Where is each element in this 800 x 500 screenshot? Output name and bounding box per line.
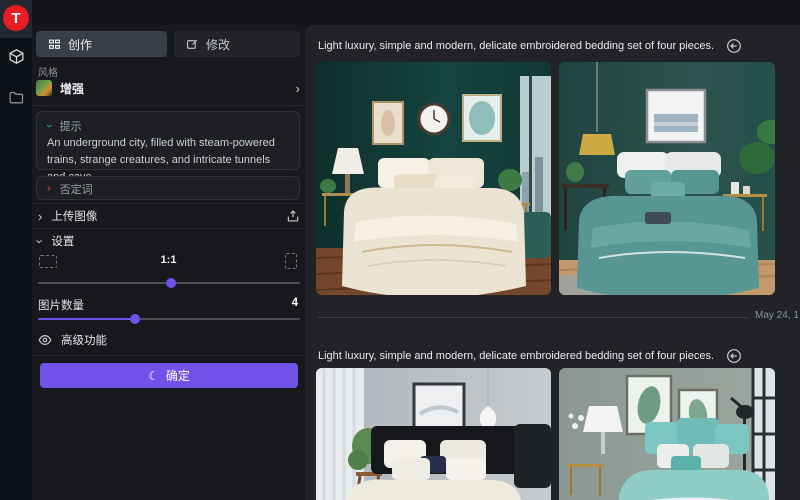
chevron-right-icon: › bbox=[38, 210, 42, 223]
tab-edit[interactable]: 修改 bbox=[174, 31, 300, 57]
results-area: Light luxury, simple and modern, delicat… bbox=[305, 25, 800, 500]
image-count-slider[interactable] bbox=[38, 313, 300, 325]
chevron-right-icon: › bbox=[47, 183, 51, 195]
portrait-frame-icon[interactable] bbox=[285, 253, 297, 269]
divider bbox=[32, 355, 305, 356]
result-image[interactable] bbox=[316, 62, 551, 295]
result-image[interactable] bbox=[316, 368, 551, 500]
aspect-ratio-slider[interactable] bbox=[38, 277, 300, 289]
negative-label: 否定词 bbox=[60, 181, 93, 197]
advanced-label: 高级功能 bbox=[61, 332, 300, 348]
slider-fill bbox=[38, 318, 132, 320]
chevron-right-icon: › bbox=[296, 82, 300, 95]
date-divider bbox=[318, 317, 748, 318]
prompt-input[interactable]: › 提示 An underground city, filled with st… bbox=[36, 111, 300, 170]
result-group-header: Light luxury, simple and modern, delicat… bbox=[318, 37, 800, 55]
negative-prompt-toggle[interactable]: › 否定词 bbox=[36, 176, 300, 200]
upload-label: 上传图像 bbox=[51, 208, 277, 224]
advanced-features-toggle[interactable]: 高级功能 bbox=[38, 331, 300, 349]
folder-icon[interactable] bbox=[8, 89, 25, 106]
left-rail: T bbox=[0, 0, 32, 500]
edit-icon bbox=[186, 38, 199, 51]
upload-icon[interactable] bbox=[286, 209, 300, 223]
divider bbox=[32, 228, 305, 229]
circled-left-arrow-icon[interactable] bbox=[726, 38, 742, 54]
settings-toggle[interactable]: › 设置 bbox=[38, 232, 300, 250]
eye-icon bbox=[38, 333, 52, 347]
chevron-down-icon: › bbox=[34, 239, 47, 243]
slider-thumb[interactable] bbox=[130, 314, 140, 324]
chevron-down-icon: › bbox=[43, 124, 55, 128]
cube-icon[interactable] bbox=[8, 48, 25, 65]
tab-edit-label: 修改 bbox=[206, 36, 230, 53]
confirm-label: 确定 bbox=[166, 367, 190, 384]
grid-icon bbox=[48, 38, 61, 51]
app-logo[interactable]: T bbox=[3, 5, 29, 31]
image-count-label: 图片数量 bbox=[38, 297, 292, 313]
crescent-moon-icon: ☾ bbox=[148, 370, 159, 382]
slider-thumb[interactable] bbox=[166, 278, 176, 288]
style-selector[interactable]: 增强 › bbox=[36, 77, 300, 99]
image-count-value: 4 bbox=[292, 297, 298, 313]
image-count-row: 图片数量 4 bbox=[38, 297, 298, 313]
result-image[interactable] bbox=[559, 368, 775, 500]
aspect-ratio-value: 1:1 bbox=[32, 254, 305, 266]
tab-create-label: 创作 bbox=[68, 36, 92, 53]
upload-image-toggle[interactable]: › 上传图像 bbox=[38, 207, 300, 225]
divider bbox=[32, 105, 305, 106]
confirm-button[interactable]: ☾ 确定 bbox=[40, 363, 298, 388]
prompt-label: 提示 bbox=[60, 118, 82, 134]
generation-panel: 创作 修改 风格 增强 › › 提示 An underground city, … bbox=[32, 25, 305, 500]
style-value: 增强 bbox=[60, 80, 288, 97]
style-thumbnail bbox=[36, 80, 52, 96]
result-prompt: Light luxury, simple and modern, delicat… bbox=[318, 40, 714, 52]
generation-date: May 24, 1 bbox=[755, 310, 800, 321]
settings-label: 设置 bbox=[51, 233, 300, 249]
circled-left-arrow-icon[interactable] bbox=[726, 348, 742, 364]
result-image[interactable] bbox=[559, 62, 775, 295]
result-group-header: Light luxury, simple and modern, delicat… bbox=[318, 347, 800, 365]
tab-create[interactable]: 创作 bbox=[36, 31, 167, 57]
divider bbox=[32, 203, 305, 204]
result-prompt: Light luxury, simple and modern, delicat… bbox=[318, 350, 714, 362]
